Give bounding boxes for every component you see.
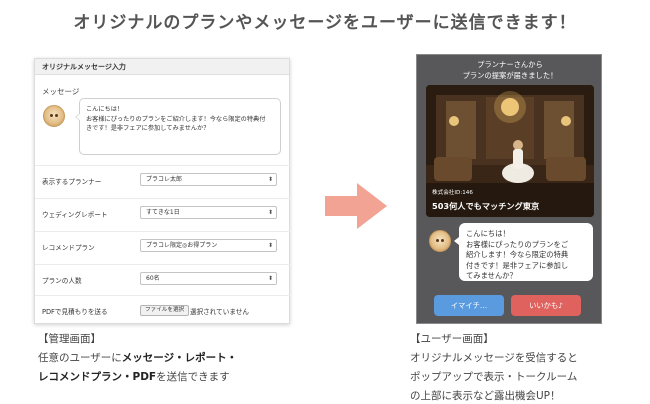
admin-caption-prefix: 任意のユーザーに <box>38 352 122 364</box>
admin-caption-line: 任意のユーザーにメッセージ・レポート・ <box>38 349 237 368</box>
message-line: てみませんか？ <box>466 271 517 280</box>
phone-screen: プランナーさんから プランの提案が届きました！ 株式会社ID:146 503何人… <box>416 54 602 324</box>
message-line: お客様にぴったりのプランをご紹介します！今なら限定の特典付 <box>86 115 266 123</box>
admin-caption-bold: メッセージ・レポート・ <box>121 352 238 364</box>
chevron-updown-icon: ⬍ <box>267 176 273 183</box>
form-row-report: ウェディングレポート すてきな1日 ⬍ <box>35 198 291 228</box>
form-row-recommend: レコメンドプラン プラコレ限定◎お得プラン ⬍ <box>35 231 291 261</box>
company-id: 株式会社ID:146 <box>432 190 473 196</box>
admin-caption-suffix: を送信できます <box>156 371 230 383</box>
planner-label: 表示するプランナー <box>42 178 102 186</box>
planner-message-bubble: こんにちは！ お客様にぴったりのプランをご 紹介します！今なら限定の特典 付きで… <box>454 223 593 281</box>
message-label: メッセージ <box>42 87 80 96</box>
people-label: プランの人数 <box>42 277 82 285</box>
interested-button[interactable]: いいかも♪ <box>511 295 581 316</box>
form-row-pdf: PDFで見積もりを送る ファイルを選択 選択されていません <box>35 295 291 325</box>
message-line: こんにちは！ <box>466 229 510 238</box>
user-caption-line: ポップアップで表示・トークルーム <box>410 371 578 383</box>
report-select[interactable]: すてきな1日 ⬍ <box>140 206 277 219</box>
venue-photo <box>426 85 594 217</box>
user-caption-line: オリジナルメッセージを受信すると <box>410 352 578 364</box>
admin-panel-title: オリジナルメッセージ入力 <box>35 59 289 75</box>
chevron-updown-icon: ⬍ <box>267 275 273 282</box>
user-caption-line: の上部に表示など露出機会UP！ <box>410 390 561 402</box>
message-line: お客様にぴったりのプランをご <box>466 239 569 249</box>
report-label: ウェディングレポート <box>42 211 108 219</box>
user-caption: 【ユーザー画面】 オリジナルメッセージを受信すると ポップアップで表示・トークル… <box>410 330 578 404</box>
admin-caption-line: レコメンドプラン・PDFを送信できます <box>38 368 237 387</box>
message-line: きです！是非フェアに参加してみませんか？ <box>86 125 210 132</box>
form-row-planner: 表示するプランナー プラコレ太郎 ⬍ <box>35 165 291 195</box>
pdf-label: PDFで見積もりを送る <box>42 308 108 316</box>
admin-caption: 【管理画面】 任意のユーザーにメッセージ・レポート・ レコメンドプラン・PDFを… <box>38 330 237 387</box>
message-line: こんにちは！ <box>86 106 124 113</box>
planner-avatar <box>429 230 451 252</box>
message-line: 紹介します！今なら限定の特典 <box>466 250 569 259</box>
chevron-updown-icon: ⬍ <box>267 242 273 249</box>
user-caption-line: 【ユーザー画面】 <box>410 333 494 345</box>
venue-photo-card[interactable]: 株式会社ID:146 503何人でもマッチング東京 <box>426 85 594 217</box>
admin-caption-bold: レコメンドプラン・PDF <box>38 371 157 383</box>
not-interested-button[interactable]: イマイチ… <box>434 295 504 316</box>
notice-line: プランナーさんから <box>477 60 543 69</box>
recommend-select-value: プラコレ限定◎お得プラン <box>146 242 218 249</box>
planner-select-value: プラコレ太郎 <box>146 176 183 183</box>
admin-panel: オリジナルメッセージ入力 メッセージ こんにちは！ お客様にぴったりのプランをご… <box>34 58 291 325</box>
company-name: 503何人でもマッチング東京 <box>432 201 540 211</box>
chevron-updown-icon: ⬍ <box>267 209 273 216</box>
people-select[interactable]: 60名 ⬍ <box>140 272 277 285</box>
planner-select[interactable]: プラコレ太郎 ⬍ <box>140 173 277 186</box>
arrow-right-icon <box>325 183 387 229</box>
report-select-value: すてきな1日 <box>146 209 180 216</box>
message-input[interactable]: こんにちは！ お客様にぴったりのプランをご紹介します！今なら限定の特典付 きです… <box>75 98 281 155</box>
file-select-button[interactable]: ファイルを選択 <box>140 305 190 316</box>
message-line: 付きです！是非フェアに参加し <box>466 260 569 270</box>
people-select-value: 60名 <box>146 275 160 282</box>
notice-line: プランの提案が届きました！ <box>462 71 558 80</box>
recommend-label: レコメンドプラン <box>42 244 95 252</box>
recommend-select[interactable]: プラコレ限定◎お得プラン ⬍ <box>140 239 277 252</box>
file-status: 選択されていません <box>190 308 249 316</box>
headline: オリジナルのプランやメッセージをユーザーに送信できます！ <box>73 13 577 33</box>
planner-avatar <box>43 105 65 127</box>
form-row-people: プランの人数 60名 ⬍ <box>35 264 291 294</box>
proposal-notice: プランナーさんから プランの提案が届きました！ <box>417 59 601 81</box>
admin-caption-title: 【管理画面】 <box>38 333 101 345</box>
